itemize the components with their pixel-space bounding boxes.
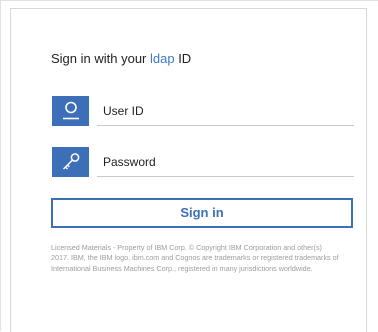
sign-in-button[interactable]: Sign in: [51, 198, 353, 228]
key-icon-glyph: [62, 153, 80, 170]
user-id-field[interactable]: User ID: [52, 96, 354, 126]
heading-prefix: Sign in with your: [51, 51, 150, 66]
user-icon: [52, 96, 89, 126]
signin-heading: Sign in with your ldap ID: [51, 51, 191, 66]
password-field[interactable]: Password: [52, 147, 354, 177]
user-id-input[interactable]: User ID: [97, 96, 354, 126]
user-icon-glyph: [63, 101, 79, 120]
key-icon: [52, 147, 89, 177]
legal-notice: Licensed Materials - Property of IBM Cor…: [51, 243, 339, 273]
login-card: Sign in with your ldap ID User ID Passwo…: [10, 8, 367, 332]
password-input[interactable]: Password: [97, 147, 354, 177]
heading-ldap-label: ldap: [150, 51, 175, 66]
heading-suffix: ID: [174, 51, 192, 66]
login-page-frame: Sign in with your ldap ID User ID Passwo…: [0, 0, 378, 332]
